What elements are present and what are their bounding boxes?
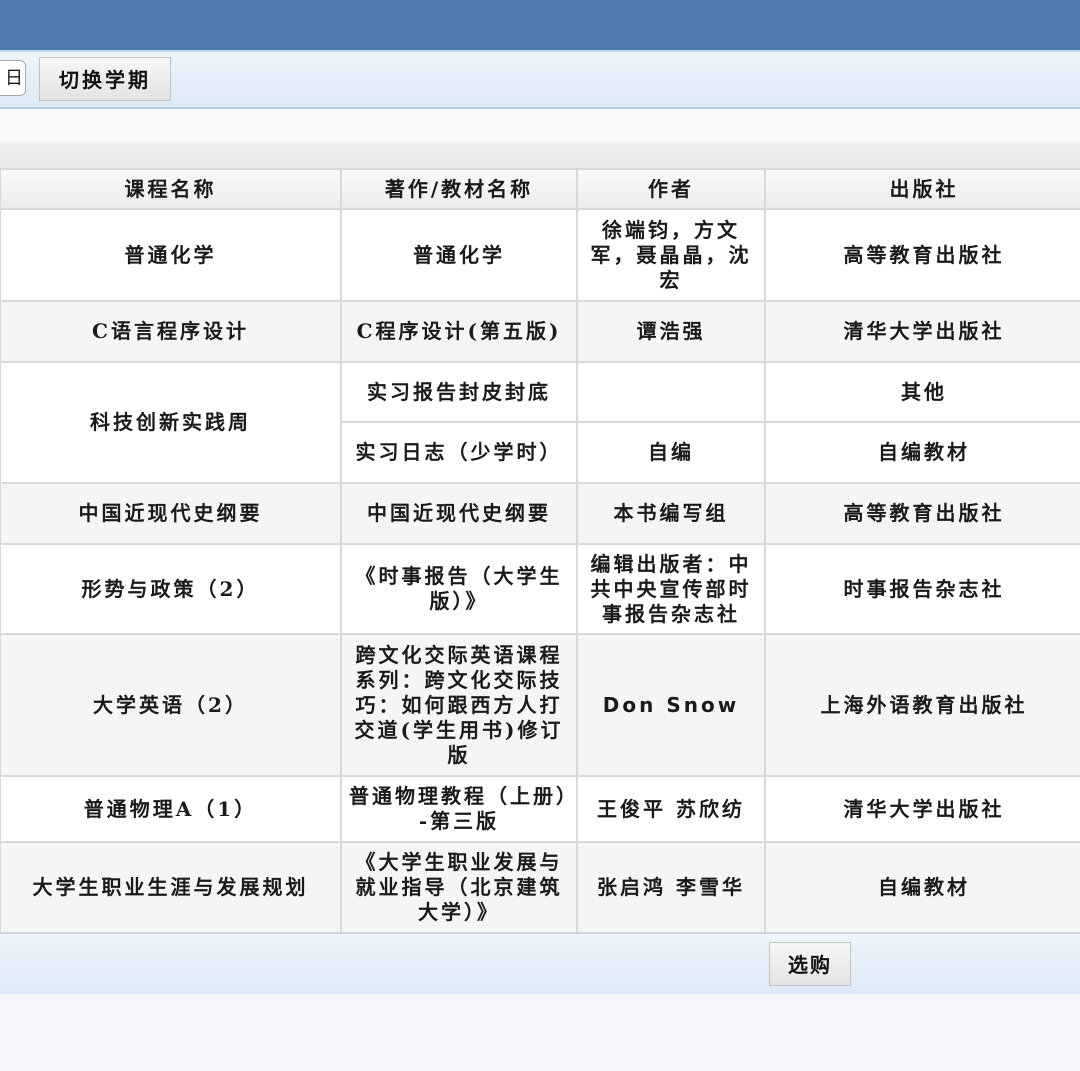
cell-book: 实习日志（少学时）	[340, 421, 578, 484]
cell-publisher: 上海外语教育出版社	[764, 633, 1080, 777]
spacer-band	[0, 109, 1080, 141]
cell-author	[576, 361, 766, 423]
cell-author: 徐端钧，方文军，聂晶晶，沈宏	[576, 208, 766, 302]
cell-course: 中国近现代史纲要	[0, 482, 342, 545]
buy-button[interactable]: 选购	[769, 942, 851, 986]
cell-publisher: 清华大学出版社	[764, 300, 1080, 363]
cell-publisher: 自编教材	[764, 841, 1080, 934]
cell-publisher: 高等教育出版社	[764, 482, 1080, 545]
cell-course: 大学英语（2）	[0, 633, 342, 777]
cell-book: 普通化学	[340, 208, 578, 302]
cell-book: 《大学生职业发展与就业指导（北京建筑大学）》	[340, 841, 578, 934]
table-row: 大学生职业生涯与发展规划 《大学生职业发展与就业指导（北京建筑大学）》 张启鸿 …	[0, 841, 1080, 934]
cell-author: 王俊平 苏欣纺	[576, 775, 766, 843]
cell-book: 中国近现代史纲要	[340, 482, 578, 545]
table-caption-strip	[0, 141, 1080, 169]
table-header-row: 课程名称 著作/教材名称 作者 出版社	[0, 168, 1080, 210]
cell-course: 大学生职业生涯与发展规划	[0, 841, 342, 934]
cell-course: 形势与政策（2）	[0, 543, 342, 635]
cell-author: 编辑出版者：中共中央宣传部时事报告杂志社	[576, 543, 766, 635]
term-select[interactable]: 日	[0, 60, 26, 96]
cell-author: 本书编写组	[576, 482, 766, 545]
table-row: 中国近现代史纲要 中国近现代史纲要 本书编写组 高等教育出版社	[0, 482, 1080, 545]
cell-author: 谭浩强	[576, 300, 766, 363]
table-row: 形势与政策（2） 《时事报告（大学生版）》 编辑出版者：中共中央宣传部时事报告杂…	[0, 543, 1080, 635]
table-row: 大学英语（2） 跨文化交际英语课程系列：跨文化交际技巧：如何跟西方人打交道(学生…	[0, 633, 1080, 777]
header-book-name: 著作/教材名称	[340, 168, 578, 210]
cell-author: Don Snow	[576, 633, 766, 777]
cell-book: 实习报告封皮封底	[340, 361, 578, 423]
cell-author: 张启鸿 李雪华	[576, 841, 766, 934]
header-course-name: 课程名称	[0, 168, 342, 210]
table-row: C语言程序设计 C程序设计(第五版) 谭浩强 清华大学出版社	[0, 300, 1080, 363]
cell-publisher: 高等教育出版社	[764, 208, 1080, 302]
cell-book: 《时事报告（大学生版）》	[340, 543, 578, 635]
cell-publisher: 清华大学出版社	[764, 775, 1080, 843]
cell-author: 自编	[576, 421, 766, 484]
cell-course: 科技创新实践周	[0, 361, 342, 484]
action-footer: 选购	[0, 932, 1080, 996]
cell-course: 普通化学	[0, 208, 342, 302]
cell-course: 普通物理A（1）	[0, 775, 342, 843]
top-header-bar	[0, 0, 1080, 52]
cell-publisher: 自编教材	[764, 421, 1080, 484]
header-publisher: 出版社	[764, 168, 1080, 210]
cell-publisher: 时事报告杂志社	[764, 543, 1080, 635]
cell-book: C程序设计(第五版)	[340, 300, 578, 363]
cell-publisher: 其他	[764, 361, 1080, 423]
table-row: 普通物理A（1） 普通物理教程（上册）-第三版 王俊平 苏欣纺 清华大学出版社	[0, 775, 1080, 843]
switch-term-button[interactable]: 切换学期	[39, 57, 171, 101]
term-toolbar: 日 切换学期	[0, 52, 1080, 109]
textbook-table: 课程名称 著作/教材名称 作者 出版社 普通化学 普通化学 徐端钧，方文军，聂晶…	[0, 168, 1080, 934]
cell-book: 普通物理教程（上册）-第三版	[340, 775, 578, 843]
cell-book: 跨文化交际英语课程系列：跨文化交际技巧：如何跟西方人打交道(学生用书)修订版	[340, 633, 578, 777]
table-row: 普通化学 普通化学 徐端钧，方文军，聂晶晶，沈宏 高等教育出版社	[0, 208, 1080, 302]
table-row: 科技创新实践周 实习报告封皮封底 其他	[0, 361, 1080, 484]
cell-course: C语言程序设计	[0, 300, 342, 363]
empty-area	[0, 994, 1080, 1071]
header-author: 作者	[576, 168, 766, 210]
